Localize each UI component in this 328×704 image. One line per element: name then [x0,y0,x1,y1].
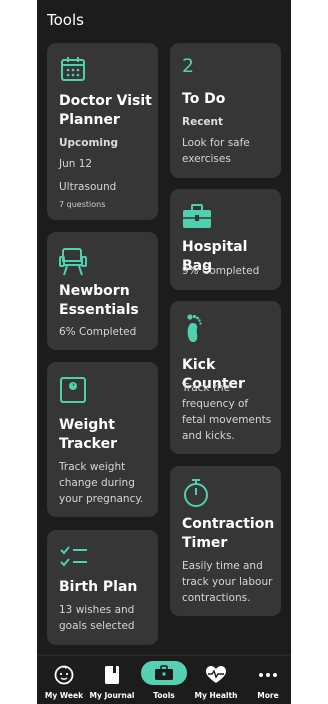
card-description: Track the frequency of fetal movements a… [182,382,272,442]
nav-label: My Journal [89,691,135,700]
kick-counter-card[interactable]: Kick Counter Track the frequency of feta… [170,301,281,454]
to-do-card[interactable]: 2 To Do Recent Look for safe exercises [170,43,281,178]
birth-plan-card[interactable]: Birth Plan 13 wishes and goals selected [47,530,158,645]
card-description: Track weight change during your pregnanc… [59,461,144,505]
card-subtitle: Upcoming [59,137,119,149]
newborn-essentials-card[interactable]: Newborn Essentials 6% Completed [47,232,158,350]
card-description: Easily time and track your labour contra… [182,560,273,604]
tools-screen: Tools Doctor Visit Planner Upcoming Jun … [37,0,291,704]
card-progress: 6% Completed [59,326,137,338]
card-title: Birth Plan [59,579,138,595]
card-title: Doctor Visit Planner [59,93,152,128]
baby-face-icon [54,665,74,685]
card-title: Weight Tracker [59,417,117,452]
doctor-visit-planner-card[interactable]: Doctor Visit Planner Upcoming Jun 12 Ult… [47,43,158,220]
visit-date: Jun 12 [59,158,93,170]
todo-count: 2 [182,55,195,77]
contraction-timer-card[interactable]: Contraction Timer Easily time and track … [170,466,281,616]
foot-icon [187,314,202,342]
nav-item-my-journal[interactable]: My Journal [87,656,137,704]
nav-item-more[interactable]: More [243,656,291,704]
visit-type: Ultrasound [59,181,117,193]
hospital-bag-card[interactable]: Hospital Bag 9% Completed [170,189,281,290]
bag-icon [183,204,211,228]
weight-tracker-card[interactable]: Weight Tracker Track weight change durin… [47,362,158,517]
card-description: 13 wishes and goals selected [59,604,135,632]
todo-text: Look for safe exercises [182,137,250,165]
card-title: Contraction Timer [182,516,275,551]
bottom-navigation: My Week My Journal Tools My Health More [37,655,291,704]
nav-item-my-week[interactable]: My Week [39,656,89,704]
nav-label: My Health [194,691,238,700]
toolbox-icon [155,665,173,680]
heart-pulse-icon [206,666,226,683]
baby-chair-icon [59,248,87,276]
questions-count: 7 questions [59,200,106,209]
scale-icon [60,377,86,403]
nav-label: More [257,691,279,700]
nav-item-tools[interactable]: Tools [139,656,189,704]
card-progress: 9% Completed [182,265,260,277]
stopwatch-icon [184,479,208,507]
checklist-icon [60,546,87,567]
calendar-icon [61,57,85,81]
nav-label: My Week [44,691,84,700]
journal-icon [105,666,119,684]
card-subtitle: Recent [182,116,224,128]
nav-item-my-health[interactable]: My Health [191,656,241,704]
nav-label: Tools [153,691,175,700]
card-title: To Do [182,91,226,107]
page-title: Tools [47,11,84,29]
more-dots-icon [259,673,277,677]
card-title: Newborn Essentials [59,283,139,318]
